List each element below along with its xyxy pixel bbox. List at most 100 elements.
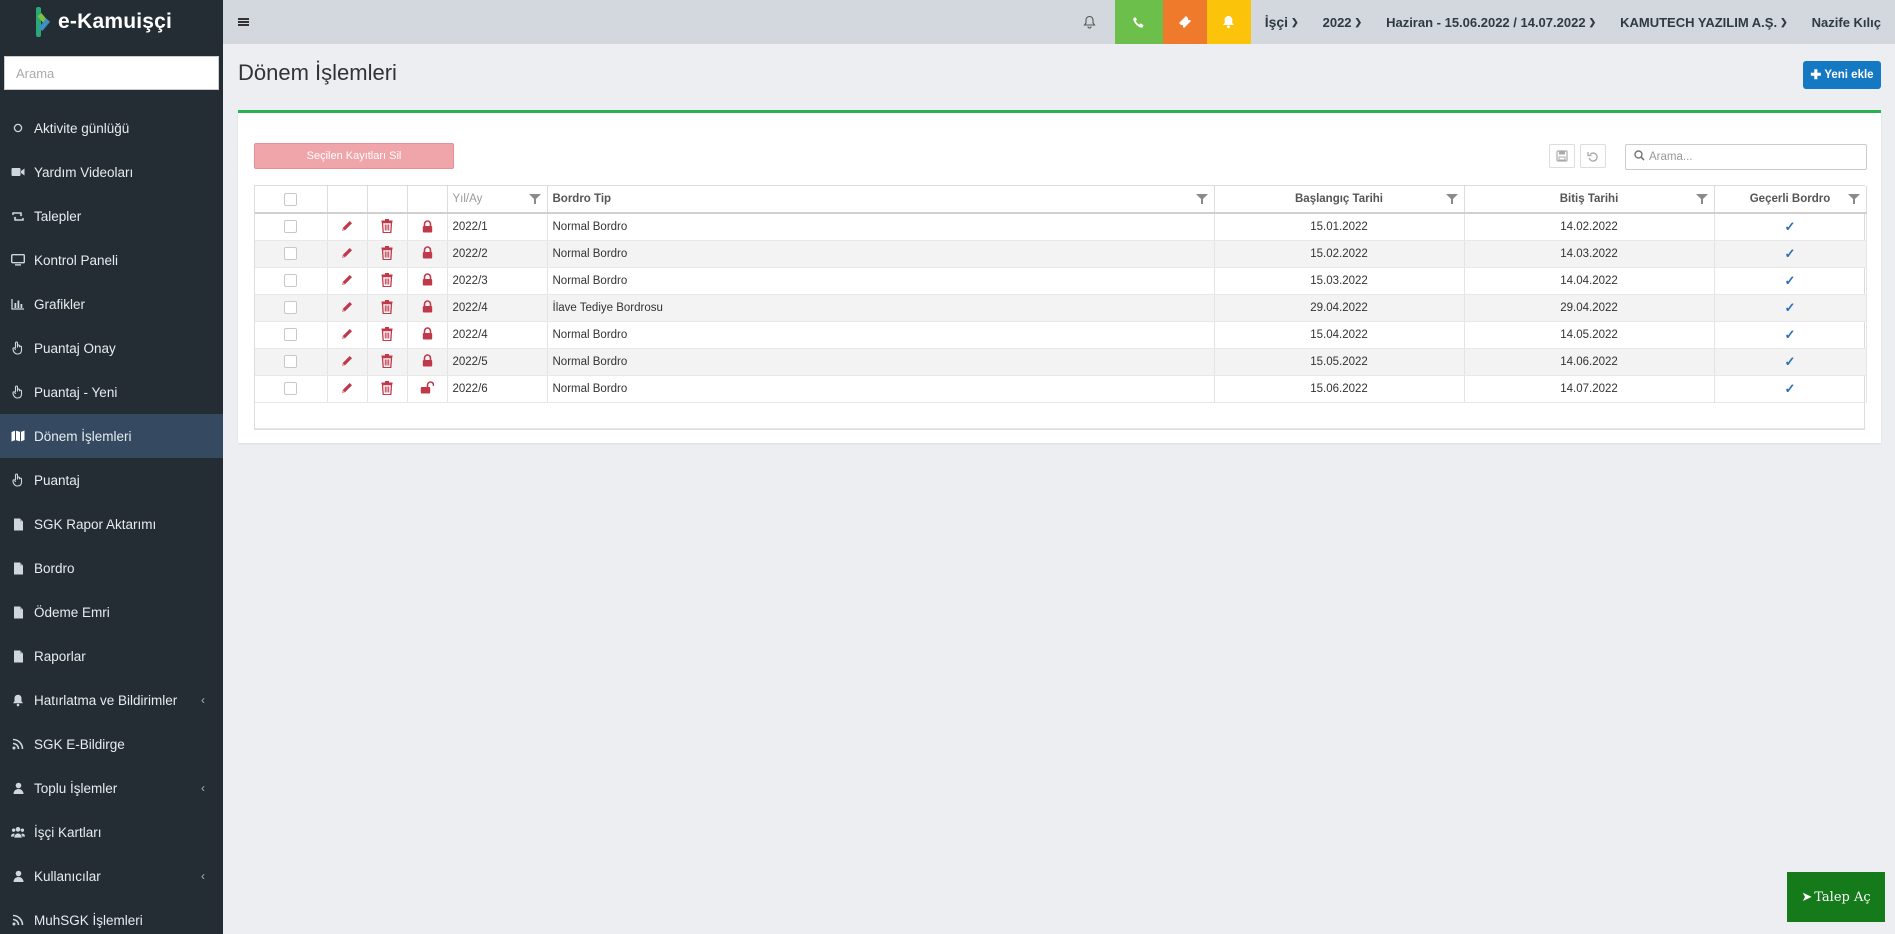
col-header-valid-bordro[interactable]: Geçerli Bordro: [1714, 186, 1867, 214]
lock-icon[interactable]: [419, 353, 435, 369]
sidebar-search[interactable]: [4, 56, 219, 90]
talep-ac-button[interactable]: ➤ Talep Aç: [1787, 872, 1885, 922]
row-checkbox[interactable]: [284, 301, 298, 314]
sidebar-item-5[interactable]: Puantaj Onay: [0, 326, 223, 370]
sidebar-item-4[interactable]: Grafikler: [0, 282, 223, 326]
sidebar-search-input[interactable]: [16, 65, 207, 81]
filter-icon[interactable]: [1195, 194, 1208, 204]
new-button[interactable]: ✚ Yeni ekle: [1803, 61, 1881, 89]
lock-icon[interactable]: [419, 299, 435, 315]
sidebar-item-12[interactable]: Raporlar: [0, 634, 223, 678]
lock-cell[interactable]: [407, 267, 448, 295]
delete-cell[interactable]: [367, 240, 408, 268]
sidebar-item-17[interactable]: Kullanıcılar ‹: [0, 854, 223, 898]
delete-cell[interactable]: [367, 267, 408, 295]
delete-cell[interactable]: [367, 375, 408, 403]
select-all-header[interactable]: [255, 186, 328, 214]
table-row[interactable]: 2022/1 Normal Bordro 15.01.2022 14.02.2022 ✓: [255, 213, 1867, 241]
sidebar-item-2[interactable]: Talepler: [0, 194, 223, 238]
unlock-icon[interactable]: [419, 380, 435, 396]
lock-icon[interactable]: [419, 218, 435, 234]
lock-cell[interactable]: [407, 240, 448, 268]
sidebar-item-11[interactable]: Ödeme Emri: [0, 590, 223, 634]
sidebar-item-6[interactable]: Puantaj - Yeni: [0, 370, 223, 414]
sidebar-item-16[interactable]: İşçi Kartları: [0, 810, 223, 854]
pencil-icon[interactable]: [339, 299, 355, 315]
sidebar-item-18[interactable]: MuhSGK İşlemleri: [0, 898, 223, 934]
grid-search-input[interactable]: [1649, 151, 1866, 163]
lock-cell[interactable]: [407, 294, 448, 322]
table-row[interactable]: 2022/4 Normal Bordro 15.04.2022 14.05.2022 ✓: [255, 321, 1867, 349]
trash-icon[interactable]: [379, 245, 395, 261]
pencil-icon[interactable]: [339, 272, 355, 288]
trash-icon[interactable]: [379, 299, 395, 315]
trash-icon[interactable]: [379, 272, 395, 288]
notification-bell-icon[interactable]: [1065, 0, 1115, 44]
edit-cell[interactable]: [327, 321, 368, 349]
row-checkbox[interactable]: [284, 220, 298, 234]
edit-cell[interactable]: [327, 375, 368, 403]
pencil-icon[interactable]: [339, 353, 355, 369]
sidebar-item-13[interactable]: Hatırlatma ve Bildirimler ‹: [0, 678, 223, 722]
lock-icon[interactable]: [419, 326, 435, 342]
row-checkbox[interactable]: [284, 382, 298, 395]
company-dropdown[interactable]: KAMUTECH YAZILIM A.Ş. ❯: [1608, 0, 1800, 44]
table-row[interactable]: 2022/5 Normal Bordro 15.05.2022 14.06.2022 ✓: [255, 348, 1867, 376]
lock-cell[interactable]: [407, 321, 448, 349]
delete-cell[interactable]: [367, 213, 408, 241]
year-dropdown[interactable]: 2022 ❯: [1311, 0, 1374, 44]
col-header-bordro-tip[interactable]: Bordro Tip: [547, 186, 1215, 214]
pencil-icon[interactable]: [339, 380, 355, 396]
hamburger-menu-icon[interactable]: [223, 0, 263, 44]
save-icon[interactable]: [1549, 144, 1575, 168]
delete-cell[interactable]: [367, 321, 408, 349]
lock-cell[interactable]: [407, 348, 448, 376]
sidebar-item-9[interactable]: SGK Rapor Aktarımı: [0, 502, 223, 546]
row-select-cell[interactable]: [255, 348, 328, 376]
undo-icon[interactable]: [1580, 144, 1606, 168]
sidebar-item-10[interactable]: Bordro: [0, 546, 223, 590]
filter-icon[interactable]: [1445, 194, 1458, 204]
logo[interactable]: e-Kamuişçi: [0, 0, 223, 44]
row-select-cell[interactable]: [255, 267, 328, 295]
phone-button[interactable]: [1114, 0, 1163, 44]
sidebar-item-3[interactable]: Kontrol Paneli: [0, 238, 223, 282]
edit-cell[interactable]: [327, 294, 368, 322]
user-menu[interactable]: Nazife Kılıç: [1800, 0, 1895, 44]
table-row[interactable]: 2022/3 Normal Bordro 15.03.2022 14.04.2022 ✓: [255, 267, 1867, 295]
edit-cell[interactable]: [327, 267, 368, 295]
select-all-checkbox[interactable]: [284, 192, 298, 206]
row-select-cell[interactable]: [255, 321, 328, 349]
filter-icon[interactable]: [1847, 194, 1860, 204]
sidebar-item-0[interactable]: Aktivite günlüğü: [0, 106, 223, 150]
pencil-icon[interactable]: [339, 245, 355, 261]
sidebar-item-1[interactable]: Yardım Videoları: [0, 150, 223, 194]
role-dropdown[interactable]: İşçi ❯: [1251, 0, 1311, 44]
delete-selected-button[interactable]: Seçilen Kayıtları Sil: [254, 143, 454, 169]
lock-icon[interactable]: [419, 245, 435, 261]
pencil-icon[interactable]: [339, 218, 355, 234]
lock-cell[interactable]: [407, 375, 448, 403]
table-row[interactable]: 2022/2 Normal Bordro 15.02.2022 14.03.2022 ✓: [255, 240, 1867, 268]
lock-icon[interactable]: [419, 272, 435, 288]
sidebar-item-8[interactable]: Puantaj: [0, 458, 223, 502]
row-checkbox[interactable]: [284, 328, 298, 341]
row-checkbox[interactable]: [284, 355, 298, 368]
edit-cell[interactable]: [327, 240, 368, 268]
trash-icon[interactable]: [379, 380, 395, 396]
trash-icon[interactable]: [379, 326, 395, 342]
lock-cell[interactable]: [407, 213, 448, 241]
pencil-icon[interactable]: [339, 326, 355, 342]
table-row[interactable]: 2022/6 Normal Bordro 15.06.2022 14.07.2022 ✓: [255, 375, 1867, 403]
row-select-cell[interactable]: [255, 294, 328, 322]
ticket-button[interactable]: [1162, 0, 1207, 44]
period-dropdown[interactable]: Haziran - 15.06.2022 / 14.07.2022 ❯: [1374, 0, 1608, 44]
col-header-start-date[interactable]: Başlangıç Tarihi: [1214, 186, 1465, 214]
row-select-cell[interactable]: [255, 213, 328, 241]
sidebar-item-7[interactable]: Dönem İşlemleri: [0, 414, 223, 458]
trash-icon[interactable]: [379, 218, 395, 234]
table-row[interactable]: 2022/4 İlave Tediye Bordrosu 29.04.2022 29.…: [255, 294, 1867, 322]
edit-cell[interactable]: [327, 348, 368, 376]
grid-search[interactable]: [1625, 144, 1867, 170]
delete-cell[interactable]: [367, 348, 408, 376]
